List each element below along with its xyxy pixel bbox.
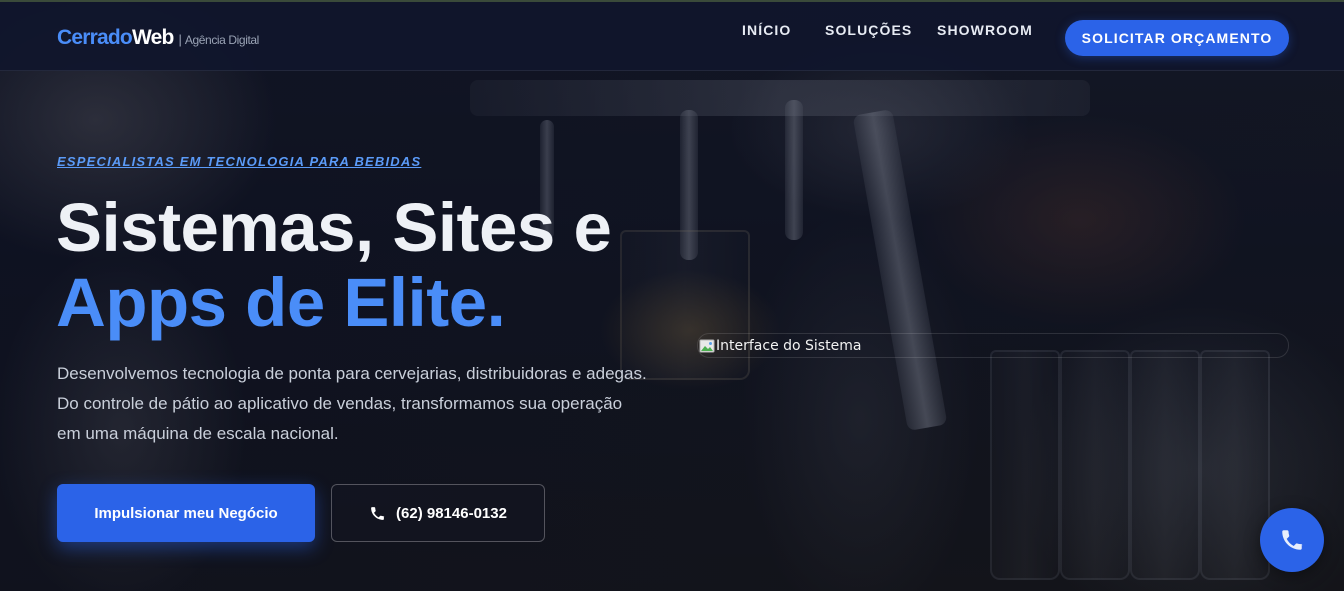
phone-number: (62) 98146-0132 xyxy=(396,504,507,522)
hero-headline: Sistemas, Sites e Apps de Elite. xyxy=(56,189,612,341)
image-alt-text: Interface do Sistema xyxy=(716,337,862,354)
hero-headline-line2: Apps de Elite. xyxy=(56,264,506,341)
nav-link-inicio[interactable]: INÍCIO xyxy=(742,22,791,38)
nav-link-solucoes[interactable]: SOLUÇÕES xyxy=(825,22,912,38)
logo-secondary: Web xyxy=(131,26,174,49)
phone-button[interactable]: (62) 98146-0132 xyxy=(331,484,545,542)
request-quote-button[interactable]: SOLICITAR ORÇAMENTO xyxy=(1065,20,1289,56)
navbar: Cerrado Web | Agência Digital INÍCIO SOL… xyxy=(0,0,1344,71)
hero-lead: Desenvolvemos tecnologia de ponta para c… xyxy=(57,364,647,443)
phone-icon xyxy=(1282,530,1303,550)
logo-tagline: Agência Digital xyxy=(184,33,259,47)
broken-image-icon xyxy=(699,339,715,352)
phone-icon xyxy=(371,506,385,520)
logo-separator: | xyxy=(178,32,182,47)
nav-link-showroom[interactable]: SHOWROOM xyxy=(937,22,1033,38)
hero-headline-line1: Sistemas, Sites e xyxy=(56,189,612,266)
floating-call-button[interactable] xyxy=(1260,508,1324,572)
logo[interactable]: Cerrado Web | Agência Digital xyxy=(57,26,259,50)
boost-business-button[interactable]: Impulsionar meu Negócio xyxy=(57,484,315,542)
system-interface-image: Interface do Sistema xyxy=(697,333,1289,358)
hero-eyebrow-link[interactable]: ESPECIALISTAS EM TECNOLOGIA PARA BEBIDAS xyxy=(57,154,421,169)
logo-primary: Cerrado xyxy=(57,26,133,49)
